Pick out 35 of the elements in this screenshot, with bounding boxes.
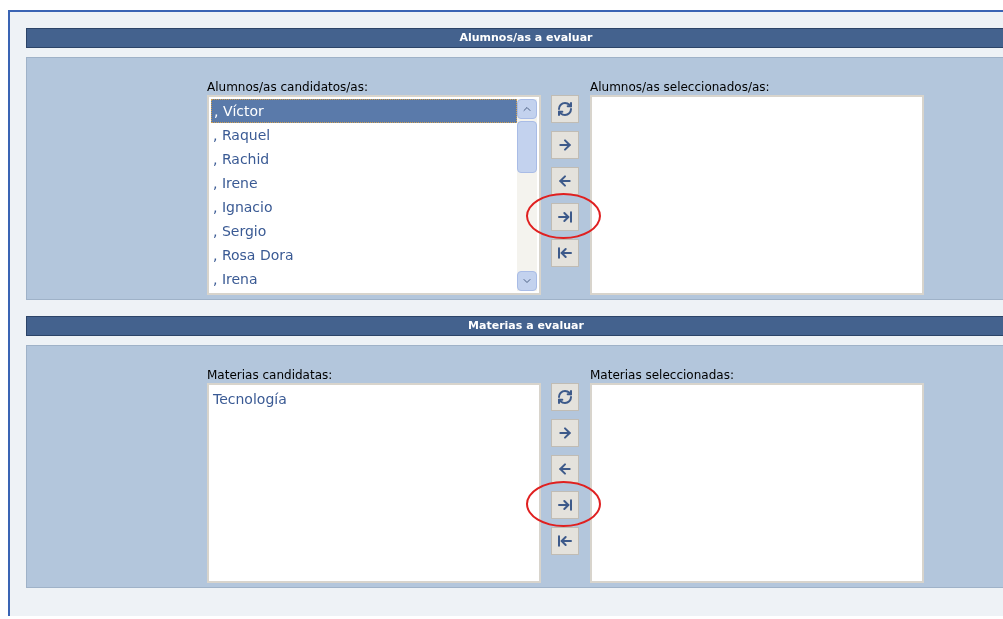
list-item[interactable]: , Raquel [211, 123, 517, 147]
list-item[interactable]: , Ignacio [211, 195, 517, 219]
add-button[interactable] [551, 419, 579, 447]
list-item[interactable]: , Sergio [211, 219, 517, 243]
section-header: Materias a evaluar [26, 316, 1003, 336]
candidates-list[interactable]: Tecnología [207, 383, 541, 583]
remove-button[interactable] [551, 167, 579, 195]
list-label: Materias candidatas: [207, 368, 334, 383]
list-label: Alumnos/as candidatos/as: [207, 80, 369, 95]
arrow-right-to-line-icon [557, 497, 573, 513]
candidates-list[interactable]: , Víctor , Raquel , Rachid , Irene , Ignacio , Sergio , Rosa Dora , Irena [207, 95, 541, 295]
arrow-right-to-line-icon [557, 209, 573, 225]
refresh-icon [557, 389, 573, 405]
arrow-left-to-line-icon [557, 245, 573, 261]
list-label: Materias seleccionadas: [590, 368, 735, 383]
arrow-left-to-line-icon [557, 533, 573, 549]
list-item[interactable]: , Irena [211, 267, 517, 291]
list-item[interactable]: , Rachid [211, 147, 517, 171]
scrollbar[interactable] [517, 99, 537, 291]
list-item[interactable]: , Víctor [211, 99, 517, 123]
section-header: Alumnos/as a evaluar [26, 28, 1003, 48]
refresh-button[interactable] [551, 383, 579, 411]
add-button[interactable] [551, 131, 579, 159]
list-item[interactable]: Tecnología [211, 387, 537, 411]
refresh-icon [557, 101, 573, 117]
list-label: Alumnos/as seleccionados/as: [590, 80, 771, 95]
remove-all-button[interactable] [551, 527, 579, 555]
remove-button[interactable] [551, 455, 579, 483]
add-all-button[interactable] [551, 491, 579, 519]
list-item[interactable]: , Irene [211, 171, 517, 195]
refresh-button[interactable] [551, 95, 579, 123]
scroll-thumb[interactable] [517, 121, 537, 173]
list-item[interactable]: , Rosa Dora [211, 243, 517, 267]
remove-all-button[interactable] [551, 239, 579, 267]
add-all-button[interactable] [551, 203, 579, 231]
